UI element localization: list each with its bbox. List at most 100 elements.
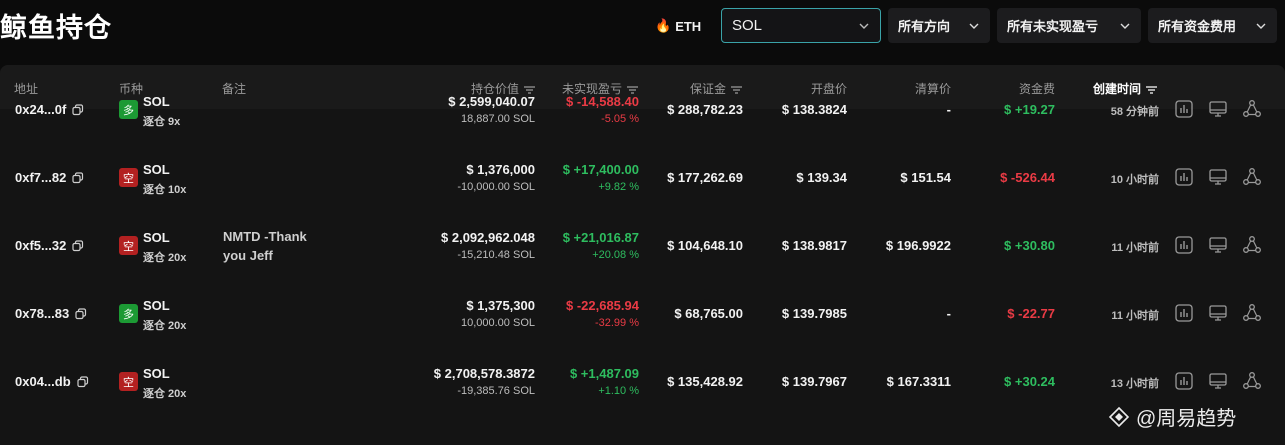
address-cell[interactable]: 0x24...0f [15,102,84,117]
page-title: 鲸鱼持仓 [0,13,112,43]
position-value: $ 2,599,040.07 [448,94,535,109]
address-text: 0x24...0f [15,102,67,117]
unrealized-pnl-percent: +1.10 % [598,385,639,397]
funding-fee: $ +30.80 [1004,238,1055,253]
pnl-select[interactable]: 所有未实现盈亏 [997,8,1141,43]
copy-icon[interactable] [72,103,84,116]
open-price: $ 138.3824 [781,102,847,117]
created-time: 58 分钟前 [1110,106,1159,118]
address-text: 0x04...db [15,374,71,389]
monitor-icon[interactable] [1208,167,1228,187]
address-cell[interactable]: 0x78...83 [15,306,87,321]
copy-icon[interactable] [72,239,84,252]
chevron-down-icon [968,20,980,32]
leverage-text: 逐仓 10x [143,184,187,196]
address-text: 0xf5...32 [15,238,67,253]
copy-icon[interactable] [77,375,89,388]
side-badge: 空 [119,168,138,187]
header: 鲸鱼持仓 🔥 ETH SOL 所有方向 所有未实现盈亏 所有资金费用 [0,0,1285,56]
margin-value: $ 135,428.92 [667,374,743,389]
liquidation-price: - [946,102,951,117]
position-size: -15,210.48 SOL [457,249,535,261]
liquidation-price: $ 167.3311 [886,374,951,389]
share-icon[interactable] [1242,99,1262,119]
chart-icon[interactable] [1174,235,1194,255]
side-badge: 多 [119,304,138,323]
direction-select[interactable]: 所有方向 [888,8,990,43]
share-icon[interactable] [1242,235,1262,255]
created-time: 11 小时前 [1111,242,1159,254]
coin-select[interactable]: SOL [721,8,881,43]
monitor-icon[interactable] [1208,371,1228,391]
coin-symbol: SOL [143,162,170,177]
monitor-icon[interactable] [1208,99,1228,119]
unrealized-pnl: $ -22,685.94 [565,298,639,313]
watermark: @周易趋势 [1108,402,1236,431]
monitor-icon[interactable] [1208,303,1228,323]
coin-symbol: SOL [143,230,170,245]
unrealized-pnl-percent: -32.99 % [594,317,639,329]
table-row[interactable]: 0x24...0f 多 SOL 逐仓 9x $ 2,599,040.07 18,887.0… [0,76,1285,144]
side-badge: 多 [119,100,138,119]
coin-symbol: SOL [143,298,170,313]
address-cell[interactable]: 0xf5...32 [15,238,84,253]
table-row[interactable]: 0xf5...32 空 SOL 逐仓 20x NMTD -Thank you Jeff $… [0,212,1285,280]
eth-chip[interactable]: 🔥 ETH [655,18,701,34]
share-icon[interactable] [1242,167,1262,187]
position-size: 18,887.00 SOL [460,113,535,125]
liquidation-price: - [946,306,951,321]
coin-symbol: SOL [143,94,170,109]
chevron-down-icon [1119,20,1131,32]
table-row[interactable]: 0xf7...82 空 SOL 逐仓 10x $ 1,376,000 -10,000.00… [0,144,1285,212]
open-price: $ 139.7967 [781,374,847,389]
side-badge: 空 [119,236,138,255]
direction-select-value: 所有方向 [898,19,951,34]
funding-fee: $ +19.27 [1004,102,1055,117]
margin-value: $ 288,782.23 [667,102,743,117]
chart-icon[interactable] [1174,303,1194,323]
open-price: $ 139.7985 [781,306,847,321]
address-cell[interactable]: 0xf7...82 [15,170,84,185]
funding-fee: $ -22.77 [1007,306,1055,321]
unrealized-pnl: $ +17,400.00 [562,162,639,177]
margin-value: $ 177,262.69 [667,170,743,185]
unrealized-pnl-percent: +20.08 % [592,249,639,261]
coin-select-value: SOL [732,17,763,34]
share-icon[interactable] [1242,371,1262,391]
position-value: $ 2,092,962.048 [441,230,535,245]
unrealized-pnl: $ +21,016.87 [562,230,639,245]
open-price: $ 138.9817 [781,238,847,253]
address-text: 0xf7...82 [15,170,67,185]
copy-icon[interactable] [75,307,87,320]
position-value: $ 2,708,578.3872 [433,366,535,381]
open-price: $ 139.34 [796,170,847,185]
chart-icon[interactable] [1174,99,1194,119]
table-row[interactable]: 0x78...83 多 SOL 逐仓 20x $ 1,375,300 10,000.00 … [0,280,1285,348]
pnl-select-value: 所有未实现盈亏 [1007,19,1099,34]
margin-value: $ 68,765.00 [674,306,743,321]
funding-fee: $ -526.44 [1000,170,1055,185]
address-cell[interactable]: 0x04...db [15,374,89,389]
address-text: 0x78...83 [15,306,70,321]
position-value: $ 1,376,000 [466,162,535,177]
position-value: $ 1,375,300 [466,298,535,313]
fee-select[interactable]: 所有资金费用 [1148,8,1277,43]
share-icon[interactable] [1242,303,1262,323]
table-row[interactable]: 0x04...db 空 SOL 逐仓 20x $ 2,708,578.3872 -19,3… [0,348,1285,416]
chart-icon[interactable] [1174,371,1194,391]
funding-fee: $ +30.24 [1004,374,1055,389]
liquidation-price: $ 151.54 [900,170,951,185]
fee-select-value: 所有资金费用 [1158,19,1237,34]
coin-symbol: SOL [143,366,170,381]
liquidation-price: $ 196.9922 [885,238,951,253]
leverage-text: 逐仓 9x [143,116,181,128]
position-size: -19,385.76 SOL [457,385,535,397]
chart-icon[interactable] [1174,167,1194,187]
watermark-logo-icon [1108,406,1130,428]
leverage-text: 逐仓 20x [143,252,187,264]
side-badge: 空 [119,372,138,391]
monitor-icon[interactable] [1208,235,1228,255]
unrealized-pnl: $ -14,588.40 [565,94,639,109]
copy-icon[interactable] [72,171,84,184]
unrealized-pnl: $ +1,487.09 [569,366,639,381]
